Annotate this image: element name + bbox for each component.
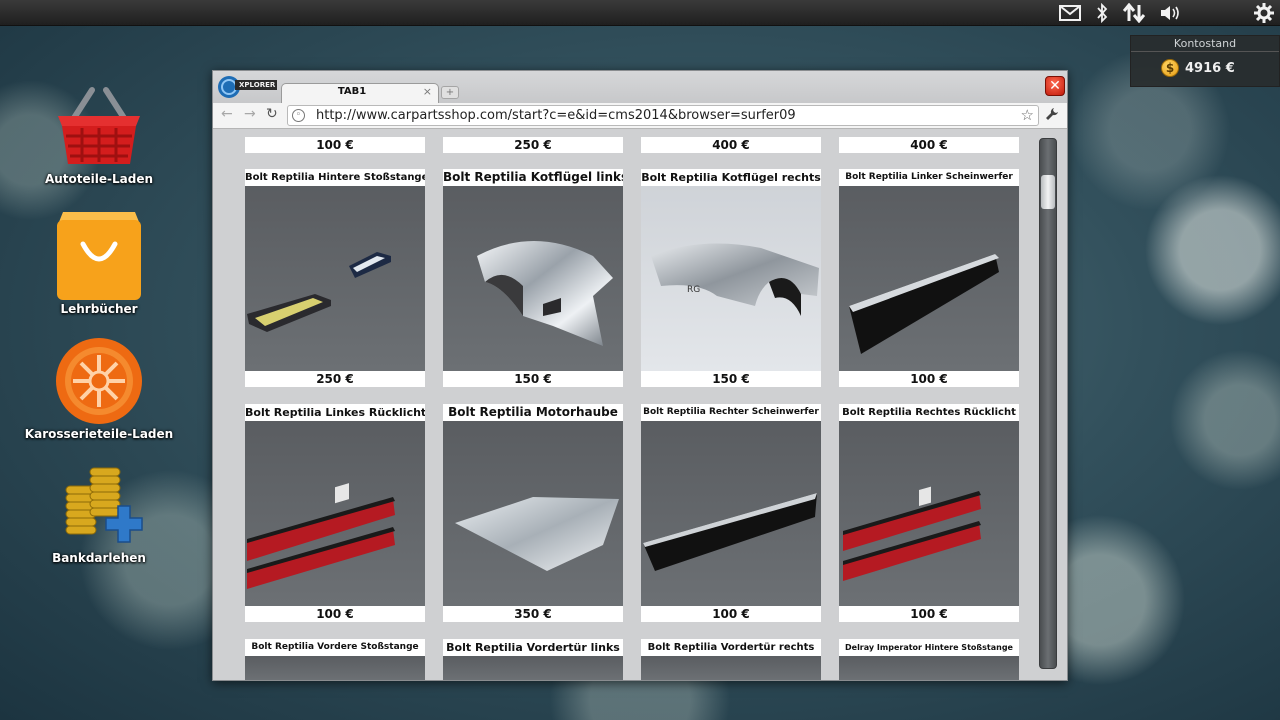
product-title: Delray Imperator Hintere Stoßstange <box>839 639 1019 656</box>
coins-plus-icon <box>62 466 148 550</box>
settings-gear-icon[interactable] <box>1251 1 1277 25</box>
product-title: Bolt Reptilia Motorhaube <box>443 404 623 421</box>
product-price: 350 € <box>443 606 623 622</box>
shopping-basket-icon <box>52 86 146 172</box>
product-image <box>443 656 623 680</box>
xplorer-logo-text: XPLORER <box>239 81 276 89</box>
product-image <box>641 656 821 680</box>
address-url: http://www.carpartsshop.com/start?c=e&id… <box>316 108 796 123</box>
product-card[interactable]: Bolt Reptilia Hintere Stoßstange 250 € <box>245 169 425 387</box>
top-bar <box>0 0 1280 26</box>
product-price: 250 € <box>245 371 425 387</box>
product-title: Bolt Reptilia Linker Scheinwerfer <box>839 169 1019 186</box>
desktop-item-lehrbuecher[interactable]: Lehrbücher <box>24 208 174 318</box>
product-image <box>839 656 1019 680</box>
product-title: Bolt Reptilia Vordertür rechts <box>641 639 821 656</box>
desktop-label-karosserieteile: Karosserieteile-Laden <box>24 427 174 441</box>
network-arrows-icon[interactable] <box>1121 1 1147 25</box>
account-balance-panel: Kontostand $ 4916 € <box>1130 35 1280 87</box>
product-card[interactable]: Bolt Reptilia Vordere Stoßstange <box>245 639 425 680</box>
taillight-left-icon <box>245 421 425 606</box>
product-card[interactable]: Bolt Reptilia Kotflügel links 150 € <box>443 169 623 387</box>
product-title: Bolt Reptilia Kotflügel rechts <box>641 169 821 186</box>
product-card[interactable]: Bolt Reptilia Rechtes Rücklicht 100 € <box>839 404 1019 622</box>
back-arrow-icon[interactable]: ← <box>221 106 233 122</box>
product-card[interactable]: Bolt Reptilia Motorhaube 350 € <box>443 404 623 622</box>
product-card[interactable]: Bolt Reptilia Linker Scheinwerfer 100 € <box>839 169 1019 387</box>
product-card[interactable]: Bolt Reptilia Vordertür rechts <box>641 639 821 680</box>
price-label: 400 € <box>641 137 821 153</box>
product-title: Bolt Reptilia Vordere Stoßstange <box>245 639 425 656</box>
coin-icon: $ <box>1161 59 1179 77</box>
price-label: 250 € <box>443 137 623 153</box>
address-bar[interactable]: ◦ http://www.carpartsshop.com/start?c=e&… <box>287 105 1039 126</box>
tab-label: TAB1 <box>337 86 367 97</box>
desktop-label-autoteile: Autoteile-Laden <box>44 172 154 186</box>
xplorer-logo: XPLORER <box>217 74 279 100</box>
browser-nav-bar: ← → ↻ ◦ http://www.carpartsshop.com/star… <box>213 103 1067 129</box>
tab-tab1[interactable]: TAB1 × <box>281 83 439 103</box>
wheel-icon <box>54 336 144 430</box>
svg-text:RG: RG <box>687 285 700 295</box>
product-title: Bolt Reptilia Rechtes Rücklicht <box>839 404 1019 421</box>
product-title: Bolt Reptilia Kotflügel links <box>443 169 623 186</box>
product-title: Bolt Reptilia Linkes Rücklicht <box>245 404 425 421</box>
headlight-left-icon <box>839 186 1019 371</box>
desktop-label-bankdarlehen: Bankdarlehen <box>52 551 146 565</box>
price-label: 100 € <box>245 137 425 153</box>
rear-bumper-icon <box>245 186 425 371</box>
product-card[interactable]: Bolt Reptilia Kotflügel rechts RG 150 € <box>641 169 821 387</box>
product-title: Bolt Reptilia Rechter Scheinwerfer <box>641 404 821 421</box>
reload-icon[interactable]: ↻ <box>266 106 278 122</box>
desktop-item-karosserieteile-laden[interactable]: Karosserieteile-Laden <box>24 336 174 444</box>
browser-tab-bar: XPLORER TAB1 × + ✕ <box>213 71 1067 103</box>
account-title: Kontostand <box>1131 36 1279 52</box>
hood-icon <box>443 421 623 606</box>
taillight-right-icon <box>839 421 1019 606</box>
shop-page: 100 € 250 € 400 € 400 € Bolt Reptilia Hi… <box>213 130 1067 680</box>
wrench-icon[interactable] <box>1045 107 1059 125</box>
bookmark-star-icon[interactable]: ☆ <box>1021 106 1034 124</box>
headlight-right-icon <box>641 421 821 606</box>
close-window-button[interactable]: ✕ <box>1045 76 1065 96</box>
volume-icon[interactable] <box>1158 1 1184 25</box>
bluetooth-icon[interactable] <box>1089 1 1115 25</box>
browser-window: XPLORER TAB1 × + ✕ ← → ↻ ◦ http://www.ca… <box>212 70 1068 681</box>
product-price: 100 € <box>839 371 1019 387</box>
product-title: Bolt Reptilia Hintere Stoßstange <box>245 169 425 186</box>
mail-icon[interactable] <box>1057 1 1083 25</box>
product-price: 100 € <box>641 606 821 622</box>
product-card[interactable]: Bolt Reptilia Vordertür links <box>443 639 623 680</box>
product-price: 100 € <box>839 606 1019 622</box>
new-tab-button[interactable]: + <box>441 86 459 99</box>
account-balance-value: 4916 € <box>1185 60 1235 76</box>
product-title: Bolt Reptilia Vordertür links <box>443 639 623 656</box>
globe-icon: ◦ <box>292 109 305 122</box>
product-card[interactable]: Delray Imperator Hintere Stoßstange <box>839 639 1019 680</box>
product-price: 150 € <box>443 371 623 387</box>
fender-left-icon <box>443 186 623 371</box>
product-image <box>245 656 425 680</box>
desktop-item-autoteile-laden[interactable]: Autoteile-Laden <box>24 86 174 190</box>
forward-arrow-icon[interactable]: → <box>244 106 256 122</box>
scrollbar-thumb[interactable] <box>1041 175 1055 209</box>
fender-right-icon: RG <box>641 186 821 371</box>
product-price: 100 € <box>245 606 425 622</box>
desktop-item-bankdarlehen[interactable]: Bankdarlehen <box>24 466 174 568</box>
product-price: 150 € <box>641 371 821 387</box>
vertical-scrollbar[interactable] <box>1039 138 1057 669</box>
product-card[interactable]: Bolt Reptilia Linkes Rücklicht 100 € <box>245 404 425 622</box>
product-card[interactable]: Bolt Reptilia Rechter Scheinwerfer 100 € <box>641 404 821 622</box>
desktop-label-lehrbuecher: Lehrbücher <box>60 302 138 316</box>
tab-close-icon[interactable]: × <box>423 85 432 98</box>
shopping-bag-icon <box>55 208 143 306</box>
price-label: 400 € <box>839 137 1019 153</box>
